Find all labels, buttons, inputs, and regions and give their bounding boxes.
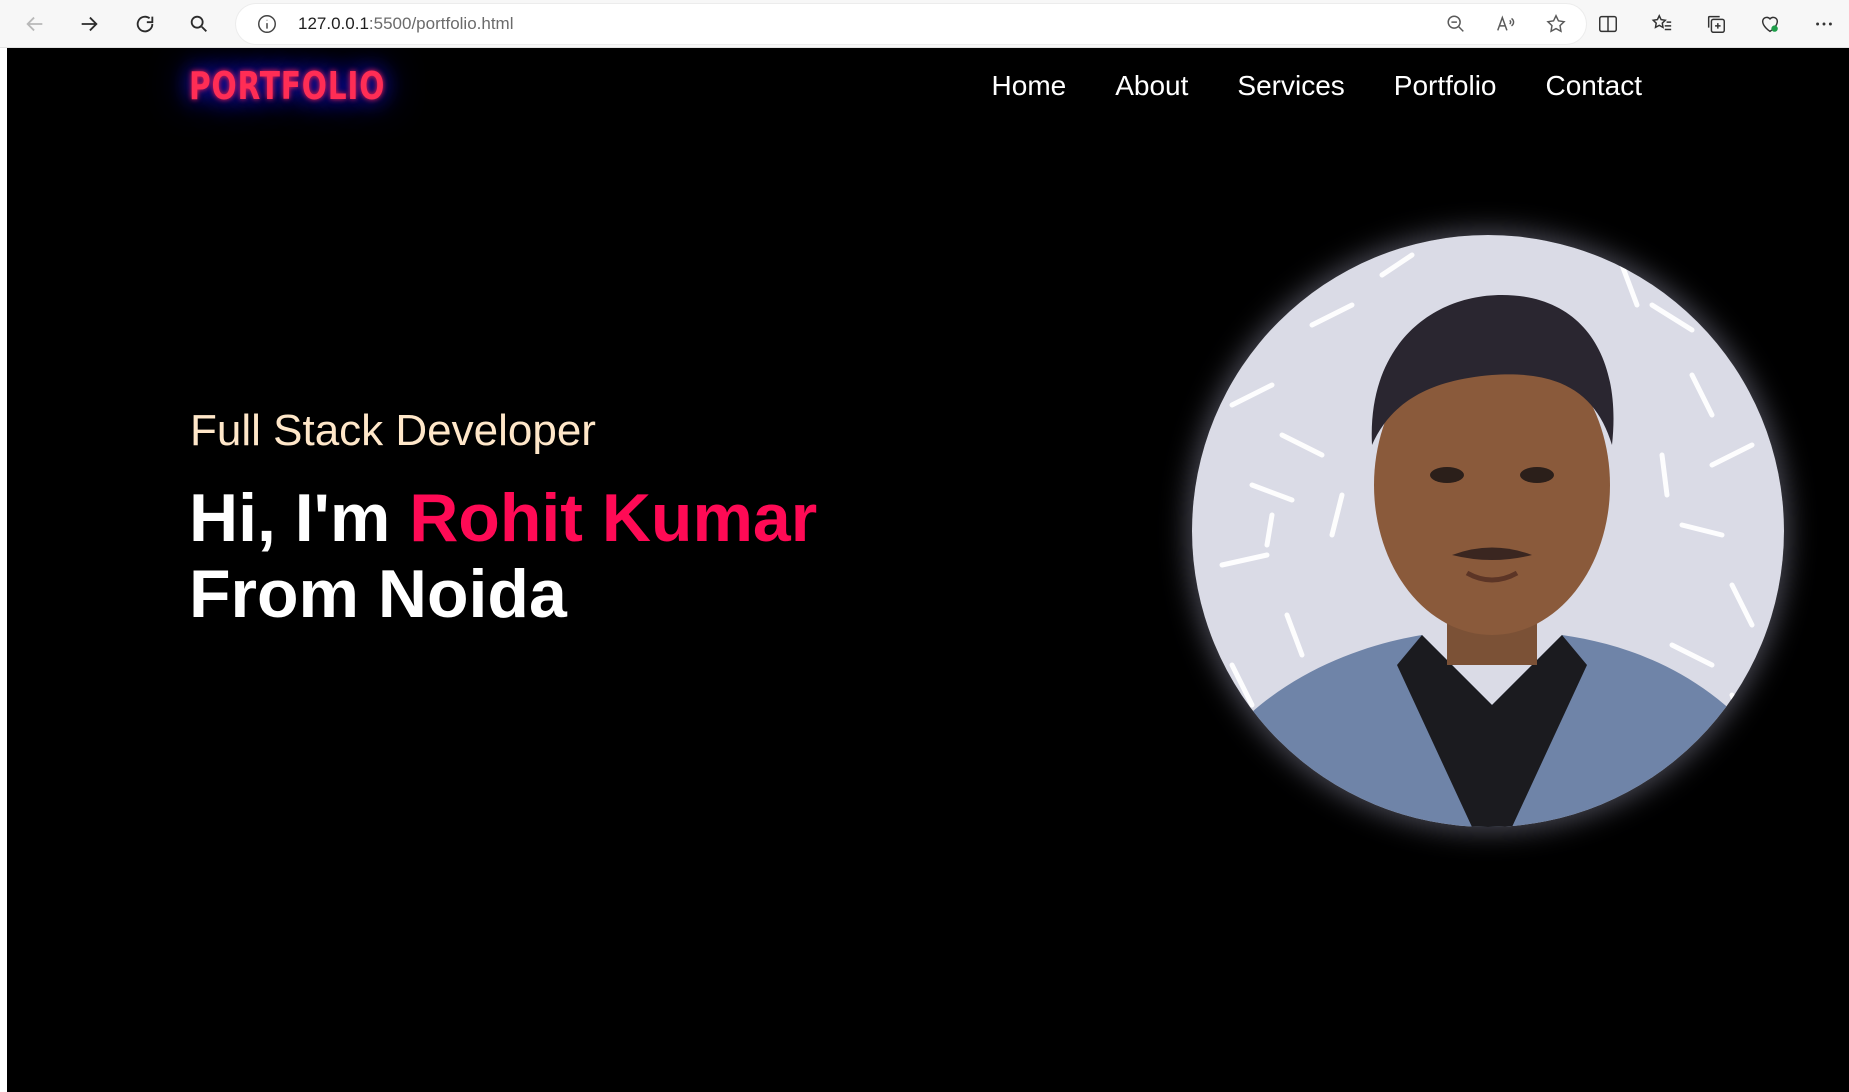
info-icon[interactable]: [256, 13, 278, 35]
browser-toolbar: 127.0.0.1:5500/portfolio.html: [0, 0, 1849, 48]
forward-icon[interactable]: [72, 7, 106, 41]
hero-subtitle: Full Stack Developer: [190, 406, 596, 455]
refresh-icon[interactable]: [128, 7, 162, 41]
hero-greeting: Hi, I'm: [189, 480, 410, 556]
nav-services[interactable]: Services: [1237, 70, 1344, 102]
address-bar[interactable]: 127.0.0.1:5500/portfolio.html: [236, 4, 1586, 44]
nav-portfolio[interactable]: Portfolio: [1394, 70, 1497, 102]
url-path: :5500/portfolio.html: [368, 14, 514, 33]
zoom-out-icon[interactable]: [1444, 12, 1468, 36]
main-nav: Home About Services Portfolio Contact: [992, 70, 1642, 102]
nav-contact[interactable]: Contact: [1546, 70, 1643, 102]
read-aloud-icon[interactable]: [1494, 12, 1518, 36]
profile-photo: [1192, 235, 1784, 827]
search-icon[interactable]: [182, 7, 216, 41]
hero-name: Rohit Kumar: [409, 480, 818, 556]
nav-about[interactable]: About: [1115, 70, 1188, 102]
more-icon[interactable]: [1807, 7, 1841, 41]
site-logo[interactable]: PORTFOLIO: [189, 64, 385, 108]
page-viewport: PORTFOLIO Home About Services Portfolio …: [7, 48, 1849, 1092]
url-host: 127.0.0.1: [298, 14, 369, 33]
browser-essentials-icon[interactable]: [1753, 7, 1787, 41]
hero-location: From Noida: [189, 556, 567, 632]
profile-photo-illustration: [1192, 235, 1784, 827]
hero-title: Hi, I'm Rohit Kumar From Noida: [189, 480, 817, 632]
collections-icon[interactable]: [1699, 7, 1733, 41]
favorites-icon[interactable]: [1645, 7, 1679, 41]
favorite-star-icon[interactable]: [1544, 12, 1568, 36]
split-screen-icon[interactable]: [1591, 7, 1625, 41]
nav-home[interactable]: Home: [992, 70, 1067, 102]
back-icon[interactable]: [18, 7, 52, 41]
